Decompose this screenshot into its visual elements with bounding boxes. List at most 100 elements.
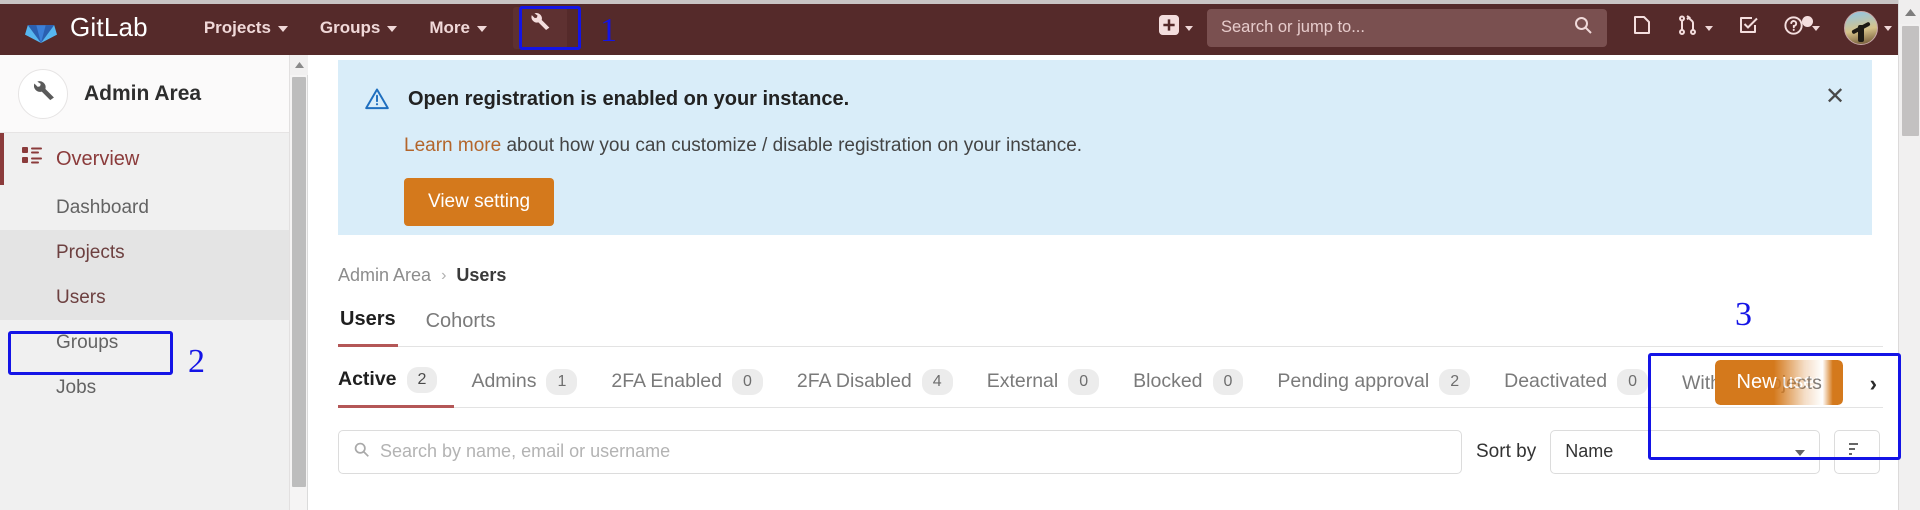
filter-tab-deactivated[interactable]: Deactivated 0 [1487,369,1665,407]
annotation-number-1: 1 [600,12,617,49]
chevron-down-icon [1185,26,1193,31]
sidebar-item-groups[interactable]: Groups [0,320,307,365]
list-overview-icon [22,146,42,172]
help-button[interactable] [1773,8,1830,48]
create-new-button[interactable] [1149,8,1203,48]
filter-tab-active[interactable]: Active 2 [338,367,455,408]
issues-button[interactable] [1621,8,1663,48]
breadcrumb-root[interactable]: Admin Area [338,265,431,286]
scroll-up-arrow-icon[interactable] [1899,0,1920,24]
alert-body-text: about how you can customize / disable re… [501,135,1083,156]
page-scrollbar[interactable] [1898,0,1920,510]
gitlab-tanuki-logo-icon [24,12,58,44]
close-icon[interactable]: ✕ [1820,82,1850,112]
nav-primary-items: Projects Groups More [188,0,567,55]
sort-descending-icon [1848,440,1866,463]
nav-right-items [1149,0,1902,55]
user-search-row: Sort by Name [338,429,1920,474]
filter-tab-admins-label: Admins [471,370,537,393]
user-filter-tabs: Active 2 Admins 1 2FA Enabled 0 2FA Disa… [338,359,1883,408]
sidebar-item-users-label: Users [56,286,106,308]
todo-checkbox-icon [1737,14,1759,41]
chevron-down-icon [387,25,398,32]
chevron-down-icon [1795,449,1806,456]
filter-tab-blocked-count: 0 [1212,369,1244,395]
alert-body: Learn more about how you can customize /… [404,135,1842,158]
sidebar-scrollbar-thumb[interactable] [292,77,306,487]
sidebar-item-jobs[interactable]: Jobs [0,365,307,410]
filter-tab-deactivated-label: Deactivated [1504,370,1608,393]
sidebar-item-dashboard-label: Dashboard [56,196,149,218]
todos-button[interactable] [1727,8,1769,48]
filter-tab-2fa-enabled-label: 2FA Enabled [611,370,722,393]
nav-item-projects-label: Projects [203,17,271,37]
sidebar-item-groups-label: Groups [56,331,119,353]
new-user-button[interactable]: New user [1714,359,1843,405]
scroll-up-arrow-icon[interactable] [290,55,308,75]
filter-tab-external[interactable]: External 0 [970,369,1116,407]
nav-item-more[interactable]: More [413,0,503,55]
breadcrumb-current[interactable]: Users [456,265,506,286]
filter-tab-pending-approval-label: Pending approval [1277,370,1430,393]
chevron-down-icon [476,25,487,32]
merge-requests-button[interactable] [1667,8,1723,48]
filter-tab-2fa-disabled-count: 4 [921,369,953,395]
help-notification-dot-icon [1802,15,1813,27]
filter-tab-2fa-enabled[interactable]: 2FA Enabled 0 [594,369,780,407]
filter-tab-active-label: Active [338,368,397,391]
alert-learn-more-link[interactable]: Learn more [404,135,501,156]
open-registration-alert: Open registration is enabled on your ins… [338,60,1872,235]
filter-tab-external-count: 0 [1068,369,1100,395]
page-tabs: Users Cohorts [338,308,1883,347]
tab-cohorts[interactable]: Cohorts [424,310,498,346]
sidebar-title: Admin Area [84,81,202,105]
filter-tab-admins-count: 1 [546,369,578,395]
user-search-field[interactable] [338,429,1462,474]
warning-triangle-icon [364,86,390,117]
sidebar-header[interactable]: Admin Area [0,55,307,133]
annotation-number-2: 2 [188,343,205,380]
nav-item-more-label: More [429,17,470,37]
sidebar-item-dashboard[interactable]: Dashboard [0,185,307,230]
brand[interactable]: GitLab [24,0,148,55]
nav-item-groups[interactable]: Groups [304,0,413,55]
sidebar-section-overview[interactable]: Overview [0,133,307,185]
sidebar-scrollbar[interactable] [289,55,308,510]
search-icon [1573,15,1593,40]
filter-tab-2fa-disabled-label: 2FA Disabled [796,370,912,393]
search-input[interactable] [1221,18,1573,37]
breadcrumb: Admin Area › Users [338,265,1920,286]
sort-by-value: Name [1565,441,1614,462]
filter-tab-2fa-disabled[interactable]: 2FA Disabled 4 [780,369,970,407]
chevron-right-icon[interactable]: › [1870,371,1877,397]
admin-sidebar: Admin Area Overview Dashboard Projects U… [0,55,308,510]
brand-name: GitLab [70,12,148,42]
nav-item-projects[interactable]: Projects [188,0,304,55]
merge-request-icon [1677,14,1699,41]
filter-tab-blocked-label: Blocked [1133,370,1203,393]
view-setting-button[interactable]: View setting [404,177,555,226]
global-search-box[interactable] [1207,8,1607,47]
page-scrollbar-thumb[interactable] [1902,26,1919,136]
navbar-admin-wrench-button[interactable] [512,6,567,49]
filter-tab-blocked[interactable]: Blocked 0 [1116,369,1260,407]
chevron-right-icon: › [441,266,447,284]
sidebar-item-projects-label: Projects [56,241,125,263]
sort-direction-button[interactable] [1834,429,1881,474]
gitlab-admin-users-page: GitLab Projects Groups More Search or ju… [0,0,1920,510]
user-menu-button[interactable] [1834,8,1902,48]
filter-tab-active-count: 2 [406,367,438,393]
filter-tab-2fa-enabled-count: 0 [731,369,763,395]
sort-by-label: Sort by [1476,440,1537,462]
annotation-number-3: 3 [1735,296,1752,333]
sort-by-select[interactable]: Name [1550,429,1821,474]
tab-users[interactable]: Users [338,308,398,347]
issues-icon [1631,14,1653,41]
filter-tab-pending-approval[interactable]: Pending approval 2 [1260,369,1487,407]
user-search-input[interactable] [380,441,1447,463]
sidebar-item-projects[interactable]: Projects [0,230,307,275]
wrench-icon [527,12,553,43]
filter-tab-admins[interactable]: Admins 1 [454,369,594,407]
sidebar-item-users[interactable]: Users [0,275,307,320]
sidebar-item-jobs-label: Jobs [56,376,97,398]
